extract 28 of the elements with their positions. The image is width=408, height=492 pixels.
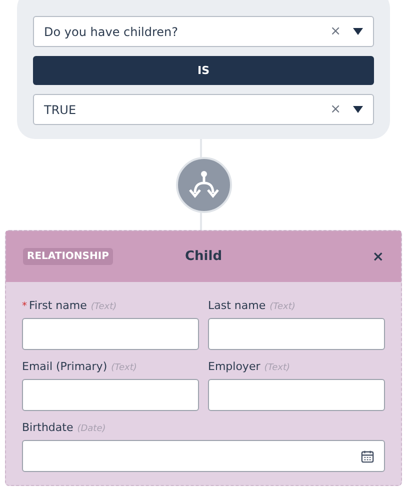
input-field[interactable] bbox=[208, 318, 385, 350]
field-type-hint: (Text) bbox=[90, 302, 117, 312]
clear-button[interactable]: × bbox=[330, 24, 341, 39]
input-field[interactable] bbox=[22, 379, 199, 411]
relationship-badge: RELATIONSHIP bbox=[23, 248, 113, 265]
input-field[interactable] bbox=[208, 379, 385, 411]
answer-select[interactable]: TRUE × bbox=[33, 94, 374, 125]
branch-node-icon[interactable] bbox=[176, 156, 232, 212]
field-type-hint: (Text) bbox=[264, 363, 290, 373]
close-button[interactable]: × bbox=[372, 248, 384, 264]
field-label: Birthdate bbox=[22, 421, 74, 434]
field-label: Last name bbox=[208, 299, 266, 312]
date-field[interactable] bbox=[22, 440, 385, 472]
input-field[interactable] bbox=[22, 318, 199, 350]
card-title: Child bbox=[185, 249, 222, 264]
field-type-hint: (Text) bbox=[270, 302, 296, 312]
caret-icon[interactable] bbox=[353, 106, 363, 113]
calendar-icon[interactable] bbox=[361, 450, 374, 462]
field-label: Email (Primary) bbox=[22, 360, 108, 373]
field-type-hint: (Date) bbox=[77, 424, 106, 434]
question-select[interactable]: Do you have children? × bbox=[33, 16, 374, 47]
field-label: First name bbox=[29, 299, 87, 312]
clear-button[interactable]: × bbox=[330, 102, 341, 117]
caret-icon[interactable] bbox=[353, 28, 363, 35]
field-label: Employer bbox=[208, 360, 260, 373]
required-marker: * bbox=[22, 301, 27, 312]
operator-bar[interactable]: IS bbox=[33, 56, 374, 85]
field-type-hint: (Text) bbox=[111, 363, 137, 373]
